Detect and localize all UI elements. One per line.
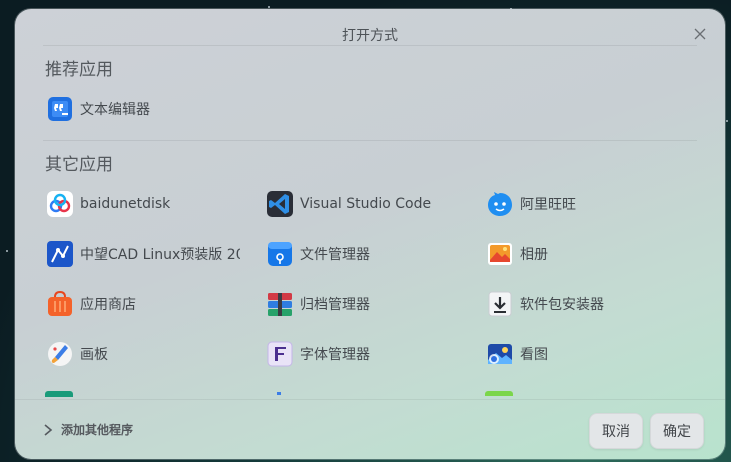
aliwangwang-icon <box>485 189 515 219</box>
divider <box>15 399 725 400</box>
app-item-label: 文件管理器 <box>300 247 370 263</box>
app-item-archive-manager[interactable]: 归档管理器 <box>265 288 465 320</box>
app-item-label: 看图 <box>520 347 548 363</box>
star-decoration <box>268 6 270 8</box>
app-item-baidunetdisk[interactable]: baidunetdisk <box>45 188 240 220</box>
app-item-label: 文本编辑器 <box>80 102 150 118</box>
vscode-icon <box>265 189 295 219</box>
app-item-label: 阿里旺旺 <box>520 197 576 213</box>
archive-manager-icon <box>265 289 295 319</box>
open-with-dialog: 打开方式 推荐应用 文本编辑器 其它应用 baidunetdisk Visual… <box>15 9 725 459</box>
image-viewer-icon <box>485 339 515 369</box>
divider <box>43 140 697 141</box>
app-item-label: 画板 <box>80 347 108 363</box>
app-item-label: 软件包安装器 <box>520 297 604 313</box>
other-section-title: 其它应用 <box>45 155 113 175</box>
add-other-programs-label: 添加其他程序 <box>61 423 134 437</box>
close-button[interactable] <box>693 27 707 41</box>
font-manager-icon <box>265 339 295 369</box>
confirm-button[interactable]: 确定 <box>650 413 704 449</box>
app-item-image-viewer[interactable]: 看图 <box>485 338 695 370</box>
app-item-label: 归档管理器 <box>300 297 370 313</box>
text-editor-icon <box>45 94 75 124</box>
app-icon-partial <box>277 392 281 395</box>
dialog-title: 打开方式 <box>342 28 398 44</box>
app-item-zwcad[interactable]: 中望CAD Linux预装版 2023 <box>45 238 240 270</box>
baidunetdisk-icon <box>45 189 75 219</box>
zwcad-icon <box>45 239 75 269</box>
add-other-programs-toggle[interactable]: 添加其他程序 <box>43 421 133 438</box>
app-item-album[interactable]: 相册 <box>485 238 695 270</box>
app-item-label: 应用商店 <box>80 297 136 313</box>
package-installer-icon <box>485 289 515 319</box>
app-item-label: 中望CAD Linux预装版 2023 <box>80 247 240 263</box>
app-item-label: 字体管理器 <box>300 347 370 363</box>
app-item-label: 相册 <box>520 247 548 263</box>
app-icon-partial <box>45 391 73 397</box>
star-decoration <box>726 120 728 122</box>
app-item-font-manager[interactable]: 字体管理器 <box>265 338 465 370</box>
divider <box>43 45 697 46</box>
app-item-file-manager[interactable]: 文件管理器 <box>265 238 465 270</box>
app-item-package-installer[interactable]: 软件包安装器 <box>485 288 695 320</box>
app-item-app-store[interactable]: 应用商店 <box>45 288 240 320</box>
app-item-drawing-board[interactable]: 画板 <box>45 338 240 370</box>
drawing-board-icon <box>45 339 75 369</box>
recommended-section-title: 推荐应用 <box>45 60 113 80</box>
close-icon <box>694 28 706 40</box>
star-decoration <box>6 250 8 252</box>
app-item-aliwangwang[interactable]: 阿里旺旺 <box>485 188 695 220</box>
file-manager-icon <box>265 239 295 269</box>
app-item-label: Visual Studio Code <box>300 196 432 212</box>
cancel-button[interactable]: 取消 <box>589 413 643 449</box>
app-icon-partial <box>485 391 513 396</box>
app-item-vscode[interactable]: Visual Studio Code <box>265 188 465 220</box>
app-item-label: baidunetdisk <box>80 196 171 212</box>
app-store-icon <box>45 289 75 319</box>
chevron-right-icon <box>44 423 53 436</box>
app-item-text-editor[interactable]: 文本编辑器 <box>45 93 265 125</box>
album-icon <box>485 239 515 269</box>
